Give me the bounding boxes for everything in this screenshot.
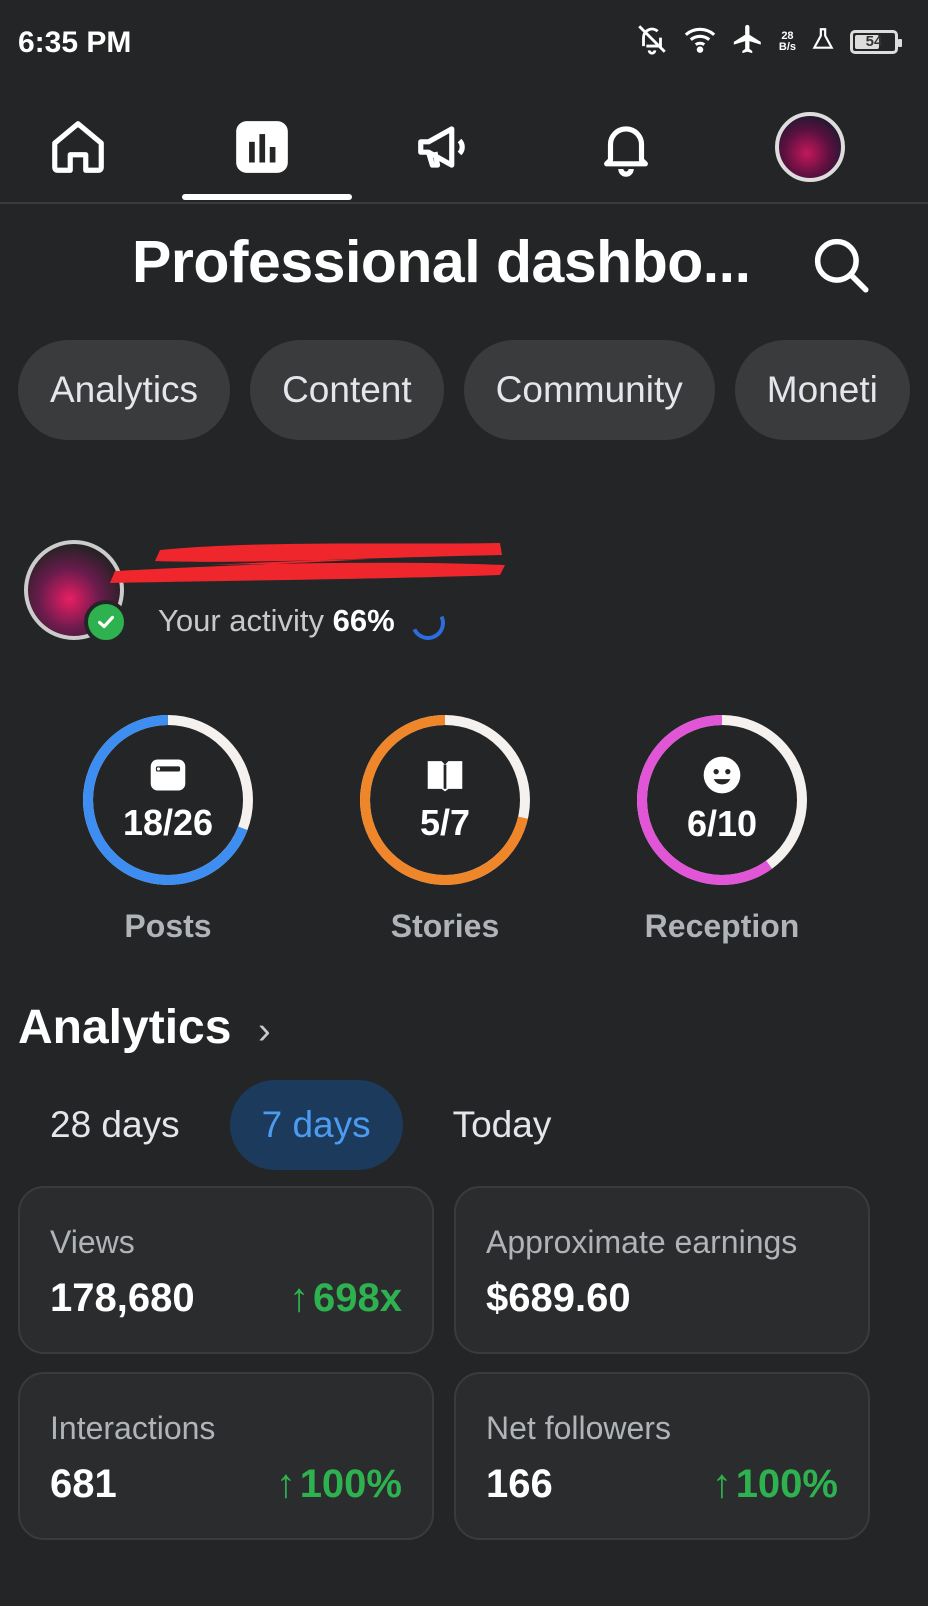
post-icon <box>150 759 186 791</box>
interactions-label: Interactions <box>50 1410 216 1446</box>
redacted-username <box>110 543 505 583</box>
arrow-up-icon: ↑ <box>711 1462 732 1506</box>
net-followers-card[interactable]: Net followers 166 ↑ 100% <box>454 1372 870 1540</box>
battery-icon: 54 <box>850 29 902 54</box>
nav-profile[interactable] <box>770 112 850 182</box>
interactions-value: 681 <box>50 1462 117 1506</box>
ring-posts[interactable]: 18/26 Posts <box>68 710 268 945</box>
battery-level: 54 <box>865 32 883 50</box>
net-followers-change-value: 100% <box>735 1462 838 1506</box>
search-icon <box>814 238 869 293</box>
activity-progress-icon <box>406 601 451 645</box>
activity-status[interactable]: Your activity 66% <box>158 601 451 645</box>
views-card[interactable]: Views 178,680 ↑ 698x <box>18 1186 434 1354</box>
posts-label: Posts <box>124 908 212 944</box>
top-navigation <box>0 100 928 204</box>
check-icon <box>97 615 115 629</box>
posts-value: 18/26 <box>122 802 214 843</box>
range-7-days[interactable]: 7 days <box>229 1080 403 1170</box>
activity-value: 66% <box>332 603 395 638</box>
ring-stories[interactable]: 5/7 Stories <box>345 710 545 945</box>
network-speed-unit: B/s <box>778 40 796 53</box>
search-button[interactable] <box>808 232 874 298</box>
nav-insights[interactable] <box>222 112 302 182</box>
views-change-value: 698x <box>313 1276 402 1320</box>
book-icon <box>427 761 463 792</box>
net-followers-label: Net followers <box>486 1410 671 1446</box>
status-time: 6:35 PM <box>18 26 132 59</box>
airplane-icon <box>731 22 765 61</box>
network-speed-value: 28 <box>781 29 794 42</box>
nav-notifications[interactable] <box>586 112 666 182</box>
arrow-up-icon: ↑ <box>275 1462 296 1506</box>
nav-promotions[interactable] <box>404 112 484 182</box>
bell-icon <box>604 126 648 177</box>
insights-icon <box>236 121 288 173</box>
stories-value: 5/7 <box>419 802 471 843</box>
stories-label: Stories <box>390 908 500 944</box>
ring-reception[interactable]: 6/10 Reception <box>622 710 822 945</box>
views-change: ↑ 698x <box>289 1276 402 1321</box>
earnings-card[interactable]: Approximate earnings $689.60 <box>454 1186 870 1354</box>
reception-label: Reception <box>644 908 800 944</box>
megaphone-icon <box>418 126 465 168</box>
views-label: Views <box>50 1224 135 1260</box>
arrow-up-icon: ↑ <box>289 1276 310 1320</box>
interactions-change: ↑ 100% <box>276 1462 402 1507</box>
notifications-off-icon <box>635 22 669 61</box>
section-chips: Analytics Content Community Moneti <box>18 340 928 440</box>
interactions-card[interactable]: Interactions 681 ↑ 100% <box>18 1372 434 1540</box>
profile-avatar <box>775 112 845 182</box>
wifi-icon <box>683 22 717 61</box>
smile-icon <box>703 756 741 794</box>
net-followers-change: ↑ 100% <box>712 1462 838 1507</box>
chip-analytics[interactable]: Analytics <box>18 340 231 440</box>
home-icon <box>52 121 104 173</box>
earnings-value: $689.60 <box>486 1276 631 1320</box>
status-icons: 28 B/s 54 <box>635 22 902 61</box>
date-range-selector: 28 days 7 days Today <box>18 1080 583 1170</box>
range-28-days[interactable]: 28 days <box>18 1080 212 1170</box>
active-tab-indicator <box>182 194 352 200</box>
net-followers-value: 166 <box>486 1462 553 1506</box>
chevron-right-icon[interactable]: › <box>258 1010 271 1053</box>
interactions-change-value: 100% <box>299 1462 402 1506</box>
chip-community[interactable]: Community <box>463 340 715 440</box>
range-today[interactable]: Today <box>421 1080 584 1170</box>
chip-monetization[interactable]: Moneti <box>734 340 910 440</box>
status-bar: 6:35 PM 28 B/s 54 <box>0 0 928 90</box>
views-value: 178,680 <box>50 1276 195 1320</box>
activity-label: Your activity <box>158 603 324 638</box>
analytics-heading[interactable]: Analytics <box>18 1000 231 1055</box>
earnings-label: Approximate earnings <box>486 1224 798 1260</box>
network-speed: 28 B/s <box>778 29 796 53</box>
chip-content[interactable]: Content <box>250 340 444 440</box>
nav-home[interactable] <box>38 112 118 182</box>
page-title: Professional dashbo... <box>132 229 751 295</box>
reception-value: 6/10 <box>686 803 758 844</box>
lab-icon <box>810 24 836 59</box>
verified-badge <box>84 600 128 644</box>
